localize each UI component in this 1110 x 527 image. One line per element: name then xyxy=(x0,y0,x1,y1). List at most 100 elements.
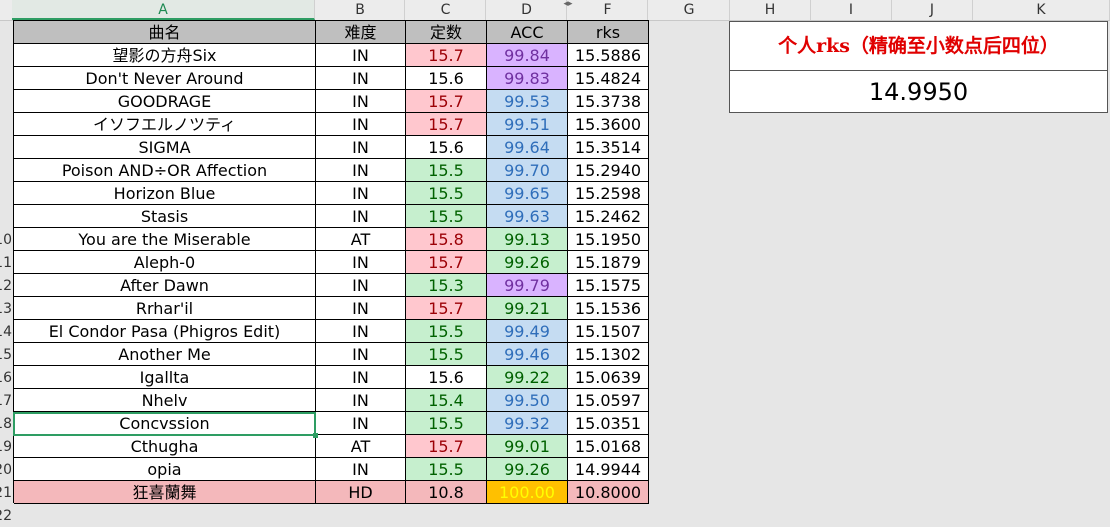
rks-cell[interactable]: 15.1879 xyxy=(568,251,649,274)
song-name-cell[interactable]: Aleph-0 xyxy=(14,251,316,274)
song-name-cell[interactable]: 狂喜蘭舞 xyxy=(14,481,316,504)
row-number[interactable] xyxy=(0,182,12,205)
acc-cell[interactable]: 99.26 xyxy=(487,251,568,274)
level-cell[interactable]: 15.6 xyxy=(406,67,487,90)
difficulty-cell[interactable]: IN xyxy=(316,182,406,205)
song-name-cell[interactable]: Don't Never Around xyxy=(14,67,316,90)
level-cell[interactable]: 15.4 xyxy=(406,389,487,412)
level-cell[interactable]: 15.5 xyxy=(406,343,487,366)
rks-cell[interactable]: 15.0351 xyxy=(568,412,649,435)
difficulty-cell[interactable]: IN xyxy=(316,205,406,228)
difficulty-cell[interactable]: IN xyxy=(316,389,406,412)
column-header-k[interactable]: K xyxy=(973,0,1110,20)
acc-cell[interactable]: 99.50 xyxy=(487,389,568,412)
song-name-cell[interactable]: Nhelv xyxy=(14,389,316,412)
rks-cell[interactable]: 10.8000 xyxy=(568,481,649,504)
column-header-g[interactable]: G xyxy=(649,0,730,20)
difficulty-cell[interactable]: IN xyxy=(316,274,406,297)
column-header-f[interactable]: F xyxy=(568,0,648,20)
row-number[interactable]: 11 xyxy=(0,251,12,274)
row-number[interactable] xyxy=(0,90,12,113)
header-cell[interactable]: ACC xyxy=(487,21,568,44)
row-number[interactable] xyxy=(0,136,12,159)
difficulty-cell[interactable]: IN xyxy=(316,44,406,67)
row-number[interactable] xyxy=(0,44,12,67)
difficulty-cell[interactable]: IN xyxy=(316,251,406,274)
acc-cell[interactable]: 99.63 xyxy=(487,205,568,228)
row-number[interactable]: 17 xyxy=(0,389,12,412)
acc-cell[interactable]: 99.84 xyxy=(487,44,568,67)
header-cell[interactable]: rks xyxy=(568,21,649,44)
level-cell[interactable]: 15.7 xyxy=(406,297,487,320)
acc-cell[interactable]: 99.65 xyxy=(487,182,568,205)
rks-cell[interactable]: 15.1575 xyxy=(568,274,649,297)
level-cell[interactable]: 15.5 xyxy=(406,182,487,205)
acc-cell[interactable]: 99.49 xyxy=(487,320,568,343)
level-cell[interactable]: 15.6 xyxy=(406,366,487,389)
song-name-cell[interactable]: GOODRAGE xyxy=(14,90,316,113)
row-number[interactable] xyxy=(0,67,12,90)
acc-cell[interactable]: 99.70 xyxy=(487,159,568,182)
column-header-i[interactable]: I xyxy=(811,0,892,20)
row-number[interactable]: 13 xyxy=(0,297,12,320)
row-number[interactable]: 14 xyxy=(0,320,12,343)
acc-cell[interactable]: 99.21 xyxy=(487,297,568,320)
row-number[interactable] xyxy=(0,205,12,228)
column-header-b[interactable]: B xyxy=(316,0,405,20)
acc-cell[interactable]: 99.79 xyxy=(487,274,568,297)
difficulty-cell[interactable]: IN xyxy=(316,67,406,90)
header-cell[interactable]: 定数 xyxy=(406,21,487,44)
difficulty-cell[interactable]: IN xyxy=(316,412,406,435)
row-number[interactable]: 16 xyxy=(0,366,12,389)
row-number[interactable] xyxy=(0,159,12,182)
song-name-cell[interactable]: You are the Miserable xyxy=(14,228,316,251)
difficulty-cell[interactable]: IN xyxy=(316,343,406,366)
rks-cell[interactable]: 15.2940 xyxy=(568,159,649,182)
acc-cell[interactable]: 99.32 xyxy=(487,412,568,435)
difficulty-cell[interactable]: HD xyxy=(316,481,406,504)
level-cell[interactable]: 15.7 xyxy=(406,251,487,274)
difficulty-cell[interactable]: IN xyxy=(316,297,406,320)
acc-cell[interactable]: 99.83 xyxy=(487,67,568,90)
level-cell[interactable]: 15.6 xyxy=(406,136,487,159)
song-name-cell[interactable]: SIGMA xyxy=(14,136,316,159)
song-name-cell[interactable]: Poison AND÷OR Affection xyxy=(14,159,316,182)
acc-cell[interactable]: 99.01 xyxy=(487,435,568,458)
row-number[interactable]: 20 xyxy=(0,458,12,481)
acc-cell[interactable]: 99.64 xyxy=(487,136,568,159)
acc-cell[interactable]: 99.46 xyxy=(487,343,568,366)
difficulty-cell[interactable]: IN xyxy=(316,366,406,389)
level-cell[interactable]: 15.5 xyxy=(406,159,487,182)
acc-cell[interactable]: 99.26 xyxy=(487,458,568,481)
rks-cell[interactable]: 15.1507 xyxy=(568,320,649,343)
song-name-cell[interactable]: Cthugha xyxy=(14,435,316,458)
level-cell[interactable]: 10.8 xyxy=(406,481,487,504)
row-number[interactable]: 18 xyxy=(0,412,12,435)
rks-cell[interactable]: 15.1950 xyxy=(568,228,649,251)
rks-cell[interactable]: 14.9944 xyxy=(568,458,649,481)
difficulty-cell[interactable]: IN xyxy=(316,90,406,113)
column-header-a[interactable]: A xyxy=(12,0,315,20)
column-resize-icon[interactable]: ◂▸ xyxy=(561,0,575,9)
song-name-cell[interactable]: El Condor Pasa (Phigros Edit) xyxy=(14,320,316,343)
level-cell[interactable]: 15.7 xyxy=(406,113,487,136)
difficulty-cell[interactable]: AT xyxy=(316,435,406,458)
rks-cell[interactable]: 15.5886 xyxy=(568,44,649,67)
song-name-cell[interactable]: イソフエルノツティ xyxy=(14,113,316,136)
column-header-j[interactable]: J xyxy=(892,0,973,20)
rks-cell[interactable]: 15.0639 xyxy=(568,366,649,389)
song-name-cell[interactable]: After Dawn xyxy=(14,274,316,297)
rks-cell[interactable]: 15.1536 xyxy=(568,297,649,320)
rks-cell[interactable]: 15.1302 xyxy=(568,343,649,366)
difficulty-cell[interactable]: IN xyxy=(316,113,406,136)
column-header-d[interactable]: D xyxy=(487,0,567,20)
row-number[interactable] xyxy=(0,21,12,44)
difficulty-cell[interactable]: IN xyxy=(316,159,406,182)
selected-cell-outline[interactable] xyxy=(13,412,316,436)
song-name-cell[interactable]: opia xyxy=(14,458,316,481)
row-number[interactable]: 15 xyxy=(0,343,12,366)
rks-cell[interactable]: 15.3738 xyxy=(568,90,649,113)
level-cell[interactable]: 15.7 xyxy=(406,44,487,67)
song-name-cell[interactable]: Rrhar'il xyxy=(14,297,316,320)
row-number[interactable] xyxy=(0,113,12,136)
